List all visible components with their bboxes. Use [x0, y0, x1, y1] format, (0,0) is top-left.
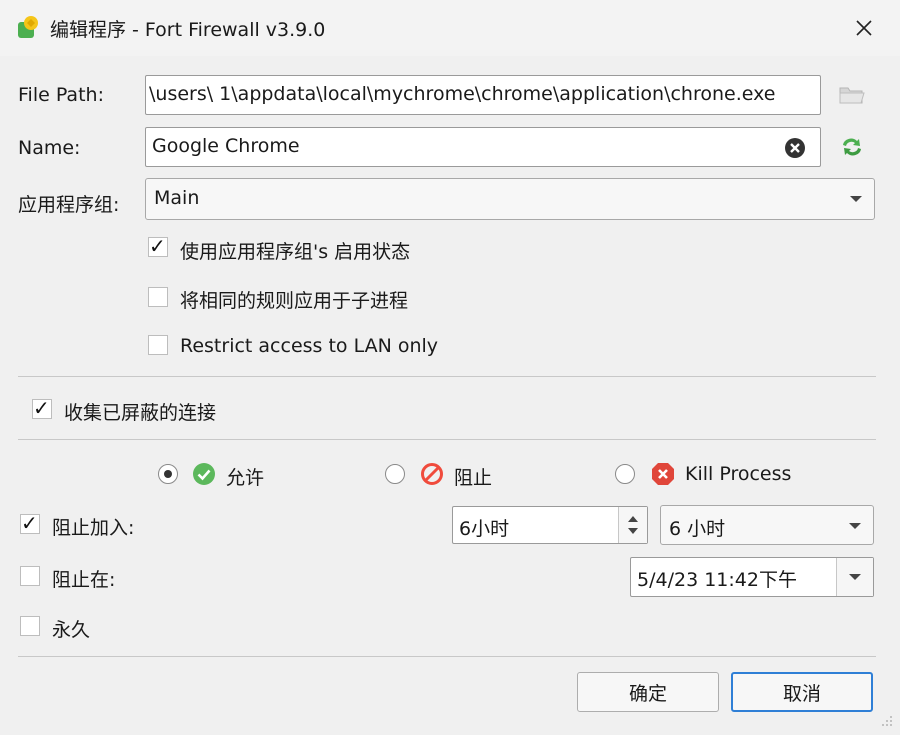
block-at-value: 5/4/23 11:42下午	[637, 569, 797, 591]
allow-label: 允许	[226, 467, 265, 489]
lan-only-checkbox[interactable]	[148, 335, 168, 355]
block-in-checkbox[interactable]: ✓	[20, 511, 40, 535]
kill-process-label: Kill Process	[685, 463, 792, 485]
fort-firewall-app-icon	[18, 16, 38, 38]
separator	[18, 376, 876, 377]
file-path-value: \users\ 1\appdata\local\mychrome\chrome\…	[149, 83, 776, 105]
checkmark-icon: ✓	[21, 511, 38, 535]
file-path-field[interactable]: \users\ 1\appdata\local\mychrome\chrome\…	[145, 75, 821, 115]
collect-blocked-label: 收集已屏蔽的连接	[64, 402, 217, 424]
separator	[18, 439, 876, 440]
edit-program-dialog: 编辑程序 - Fort Firewall v3.9.0 File Path: \…	[0, 0, 900, 735]
forever-checkbox[interactable]	[20, 616, 40, 636]
file-path-label: File Path:	[18, 84, 104, 106]
forever-label: 永久	[52, 619, 91, 641]
block-at-label: 阻止在:	[52, 569, 116, 591]
window-title: 编辑程序 - Fort Firewall v3.9.0	[50, 19, 326, 41]
app-group-value: Main	[154, 187, 200, 209]
spin-down-icon[interactable]	[628, 528, 638, 534]
resize-grip-icon[interactable]	[876, 712, 894, 730]
block-radio[interactable]	[385, 464, 405, 484]
collect-blocked-checkbox[interactable]: ✓	[32, 396, 52, 420]
datetime-dropdown-button[interactable]	[836, 558, 873, 596]
apply-child-checkbox[interactable]	[148, 287, 168, 307]
ok-button[interactable]: 确定	[577, 672, 719, 712]
separator	[18, 656, 876, 657]
refresh-icon[interactable]	[839, 135, 865, 159]
clear-icon[interactable]	[784, 137, 806, 159]
allow-check-icon	[193, 463, 215, 485]
app-group-label: 应用程序组:	[18, 194, 120, 216]
use-group-state-label: 使用应用程序组's 启用状态	[180, 241, 411, 263]
block-in-spinbox[interactable]: 6小时	[452, 506, 648, 544]
checkmark-icon: ✓	[149, 234, 166, 258]
spin-buttons[interactable]	[618, 507, 647, 543]
chevron-down-icon	[849, 523, 861, 529]
block-at-checkbox[interactable]	[20, 566, 40, 586]
close-icon	[856, 20, 872, 36]
block-at-datetime[interactable]: 5/4/23 11:42下午	[630, 557, 874, 597]
folder-icon[interactable]	[838, 84, 866, 106]
kill-process-radio[interactable]	[615, 464, 635, 484]
radio-selected-dot	[164, 470, 172, 478]
kill-process-icon	[652, 463, 674, 485]
block-in-duration-select[interactable]: 6 小时	[660, 505, 874, 545]
spin-up-icon[interactable]	[628, 516, 638, 522]
block-label: 阻止	[454, 467, 493, 489]
block-icon	[421, 463, 443, 485]
use-group-state-checkbox[interactable]: ✓	[148, 234, 168, 258]
allow-radio[interactable]	[158, 464, 178, 484]
block-in-spin-value: 6小时	[459, 518, 510, 540]
chevron-down-icon	[850, 196, 862, 202]
chevron-down-icon	[849, 574, 861, 580]
lan-only-label: Restrict access to LAN only	[180, 335, 439, 357]
block-in-label: 阻止加入:	[52, 517, 135, 539]
title-bar: 编辑程序 - Fort Firewall v3.9.0	[0, 0, 900, 56]
close-button[interactable]	[846, 10, 882, 46]
apply-child-label: 将相同的规则应用于子进程	[180, 290, 409, 312]
name-value: Google Chrome	[152, 135, 300, 157]
name-label: Name:	[18, 137, 81, 159]
cancel-button[interactable]: 取消	[731, 672, 873, 712]
app-group-select[interactable]: Main	[145, 178, 875, 220]
block-in-duration-value: 6 小时	[669, 518, 726, 540]
checkmark-icon: ✓	[33, 396, 50, 420]
name-input[interactable]: Google Chrome	[145, 127, 821, 167]
